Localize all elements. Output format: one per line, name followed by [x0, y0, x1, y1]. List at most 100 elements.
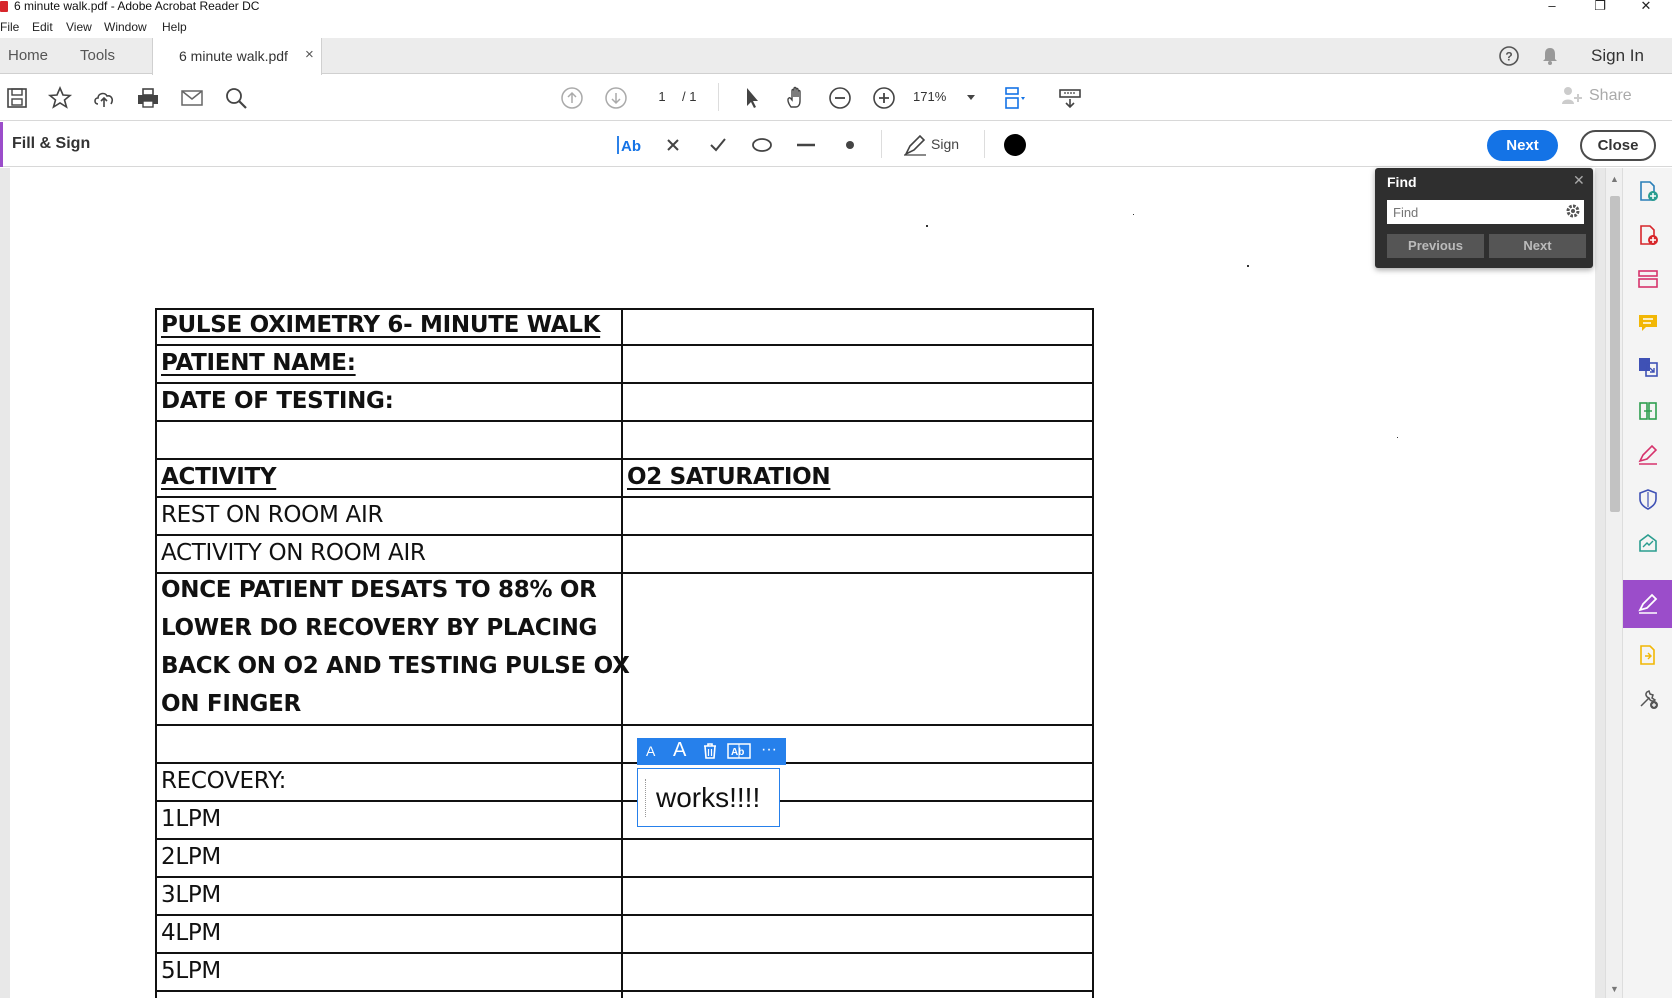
share-button[interactable]: Share: [1589, 87, 1632, 105]
text-field-toolbar: A A Ab ···: [637, 738, 786, 765]
find-title: Find: [1387, 174, 1417, 190]
rest-room-air-label: REST ON ROOM AIR: [161, 502, 384, 528]
search-zoom-icon[interactable]: [223, 85, 249, 111]
organize-pages-icon[interactable]: [1637, 400, 1659, 422]
menu-window[interactable]: Window: [104, 20, 147, 34]
table-row: [155, 726, 1094, 764]
find-next-button[interactable]: Next: [1489, 234, 1586, 258]
text-field-handle: [645, 779, 646, 817]
find-previous-button[interactable]: Previous: [1387, 234, 1484, 258]
next-button[interactable]: Next: [1487, 130, 1558, 161]
lpm-label: 3LPM: [161, 882, 221, 908]
window-title: 6 minute walk.pdf - Adobe Acrobat Reader…: [14, 0, 260, 13]
delete-trash-icon[interactable]: [701, 742, 719, 765]
line-shape-icon[interactable]: [793, 132, 819, 158]
table-row: RECOVERY:: [155, 764, 1094, 802]
close-tab-icon[interactable]: ×: [305, 46, 314, 63]
send-for-signature-icon[interactable]: [1637, 532, 1659, 554]
table-row: [155, 422, 1094, 460]
save-icon[interactable]: [4, 85, 30, 111]
scrollbar-thumb[interactable]: [1610, 196, 1620, 512]
menu-view[interactable]: View: [66, 20, 92, 34]
more-tools-icon[interactable]: [1637, 688, 1659, 710]
fill-sign-active-icon[interactable]: [1637, 593, 1659, 615]
select-cursor-icon[interactable]: [739, 85, 765, 111]
instruction-line: ONCE PATIENT DESATS TO 88% OR: [161, 577, 597, 603]
hand-tool-icon[interactable]: [783, 85, 809, 111]
cross-mark-icon[interactable]: [660, 132, 686, 158]
minimize-button[interactable]: –: [1532, 0, 1572, 14]
create-pdf-icon[interactable]: [1637, 180, 1659, 202]
print-icon[interactable]: [135, 85, 161, 111]
circle-shape-icon[interactable]: [749, 132, 775, 158]
table-row: 1LPM: [155, 802, 1094, 840]
increase-font-button[interactable]: A: [673, 739, 686, 762]
text-field-value: works!!!!: [656, 782, 761, 813]
vertical-scrollbar[interactable]: ▲ ▼: [1605, 168, 1622, 998]
email-icon[interactable]: [179, 85, 205, 111]
bookmark-star-icon[interactable]: [47, 85, 73, 111]
scroll-up-icon[interactable]: ▲: [1610, 174, 1619, 184]
share-icon: [1560, 84, 1586, 110]
color-picker[interactable]: [1003, 132, 1027, 158]
table-row: REST ON ROOM AIR: [155, 498, 1094, 536]
comment-icon[interactable]: [1637, 312, 1659, 334]
title-bar: 6 minute walk.pdf - Adobe Acrobat Reader…: [0, 0, 1672, 14]
zoom-in-icon[interactable]: [871, 85, 897, 111]
table-row: 3LPM: [155, 878, 1094, 916]
notifications-bell-icon[interactable]: [1539, 45, 1561, 67]
tab-document[interactable]: 6 minute walk.pdf ×: [152, 38, 322, 75]
upload-cloud-icon[interactable]: [91, 85, 117, 111]
window-close-button[interactable]: ✕: [1626, 0, 1666, 14]
edit-pdf-icon[interactable]: [1637, 268, 1659, 290]
find-input[interactable]: [1387, 200, 1584, 224]
instruction-line: ON FINGER: [161, 691, 301, 717]
check-mark-icon[interactable]: [705, 132, 731, 158]
table-row: PATIENT NAME:: [155, 346, 1094, 384]
more-options-icon[interactable]: ···: [761, 741, 777, 759]
date-of-testing-label: DATE OF TESTING:: [161, 388, 394, 414]
sign-in-link[interactable]: Sign In: [1591, 46, 1644, 66]
find-close-icon[interactable]: ✕: [1573, 172, 1585, 189]
text-field[interactable]: works!!!!: [637, 768, 780, 827]
protect-shield-icon[interactable]: [1637, 488, 1659, 510]
scan-speck: [1247, 265, 1249, 267]
lpm-label: 2LPM: [161, 844, 221, 870]
previous-page-icon[interactable]: [559, 85, 585, 111]
dot-shape-icon[interactable]: [837, 132, 863, 158]
menu-help[interactable]: Help: [162, 20, 187, 34]
gear-icon[interactable]: [1565, 203, 1581, 219]
help-icon[interactable]: ?: [1498, 45, 1520, 67]
zoom-out-icon[interactable]: [827, 85, 853, 111]
zoom-level-value: 171%: [913, 89, 947, 104]
tab-tools[interactable]: Tools: [80, 47, 115, 64]
sign-button[interactable]: Sign: [902, 132, 972, 158]
fill-sign-pen-icon[interactable]: [1637, 444, 1659, 466]
close-button[interactable]: Close: [1580, 130, 1656, 161]
main-toolbar: 1 / 1 171% Share: [0, 75, 1672, 121]
zoom-level-dropdown[interactable]: 171%: [913, 85, 977, 109]
menu-edit[interactable]: Edit: [32, 20, 53, 34]
chevron-down-icon: [967, 95, 975, 100]
comb-text-icon[interactable]: Ab: [727, 742, 751, 765]
combine-files-icon[interactable]: [1637, 356, 1659, 378]
fill-sign-accent: [0, 122, 3, 167]
scan-speck: [926, 225, 928, 227]
pdf-page: PULSE OXIMETRY 6- MINUTE WALK PATIENT NA…: [10, 168, 1595, 998]
activity-header: ACTIVITY: [161, 464, 277, 490]
add-text-icon[interactable]: Ab: [615, 132, 645, 158]
tab-home[interactable]: Home: [8, 47, 48, 64]
read-mode-icon[interactable]: [1057, 85, 1083, 111]
next-page-icon[interactable]: [603, 85, 629, 111]
restore-button[interactable]: ❐: [1580, 0, 1620, 14]
find-panel: Find ✕ Previous Next: [1375, 168, 1593, 268]
send-track-icon[interactable]: [1637, 644, 1659, 666]
svg-text:Ab: Ab: [621, 138, 641, 155]
page-number-input[interactable]: 1: [648, 85, 676, 109]
decrease-font-button[interactable]: A: [646, 743, 655, 759]
form-title: PULSE OXIMETRY 6- MINUTE WALK: [161, 312, 601, 338]
export-pdf-icon[interactable]: [1637, 224, 1659, 246]
menu-file[interactable]: File: [0, 20, 19, 34]
page-display-icon[interactable]: [1001, 85, 1027, 111]
scroll-down-icon[interactable]: ▼: [1610, 984, 1619, 994]
